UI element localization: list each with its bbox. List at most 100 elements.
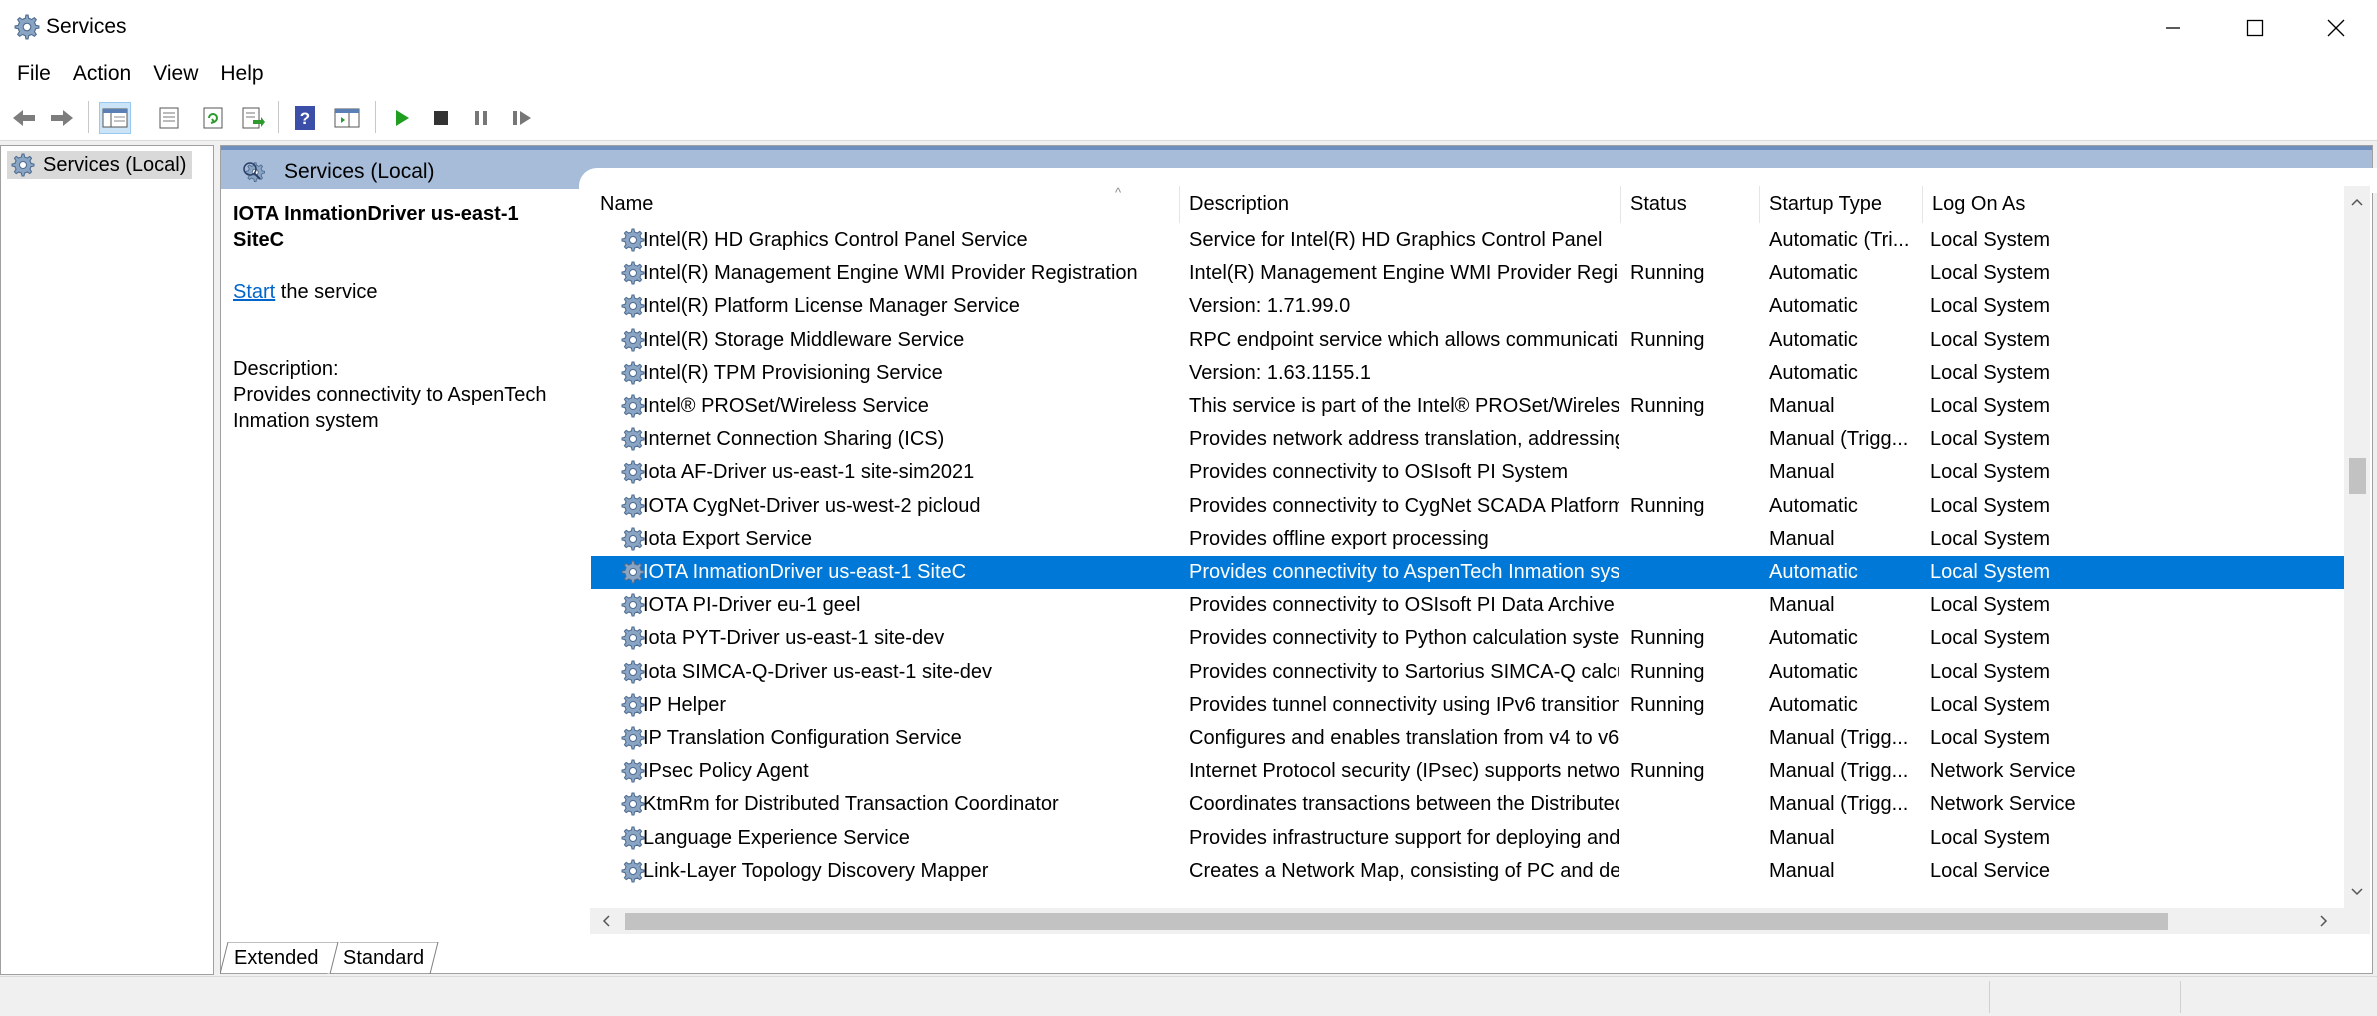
cell-status (1630, 224, 1758, 257)
cell-description: Provides connectivity to OSIsoft PI Syst… (1189, 461, 1569, 484)
sort-ascending-icon: ^ (1115, 186, 1122, 200)
column-header-name[interactable]: Name (591, 186, 1180, 223)
show-action-pane-button[interactable] (331, 102, 363, 134)
properties-button[interactable] (153, 102, 185, 134)
export-list-icon (242, 107, 265, 129)
menu-help[interactable]: Help (209, 62, 274, 86)
table-row[interactable]: Iota PYT-Driver us-east-1 site-dev Provid… (591, 622, 2353, 655)
table-row[interactable]: Link-Layer Topology Discovery Mapper Crea… (591, 855, 2353, 888)
status-bar (0, 976, 2377, 1016)
column-header-startup-type[interactable]: Startup Type (1760, 186, 1923, 223)
scroll-up-icon[interactable] (2351, 198, 2363, 206)
column-header-status[interactable]: Status (1621, 186, 1760, 223)
table-row[interactable]: Intel(R) TPM Provisioning Service Version… (591, 357, 2353, 390)
cell-logon: Local System (1930, 561, 2051, 583)
table-row[interactable]: Iota SIMCA-Q-Driver us-east-1 site-dev Pr… (591, 656, 2353, 689)
forward-button[interactable] (46, 102, 78, 134)
gear-icon (621, 726, 645, 750)
close-button[interactable] (2295, 0, 2377, 55)
table-row[interactable]: IP Translation Configuration Service Conf… (591, 722, 2353, 755)
table-row[interactable]: KtmRm for Distributed Transaction Coordi… (591, 788, 2353, 821)
cell-description: RPC endpoint service which allows commun… (1189, 328, 1619, 351)
cell-logon: Local System (1930, 428, 2051, 451)
action-pane-icon (334, 108, 360, 128)
menu-file[interactable]: File (6, 62, 62, 86)
stop-service-button[interactable] (425, 102, 457, 134)
cell-status (1630, 456, 1758, 489)
tree-item-services-local[interactable]: Services (Local) (7, 151, 193, 179)
vertical-scrollbar[interactable] (2344, 186, 2370, 908)
gear-icon (621, 427, 645, 451)
cell-logon: Local System (1930, 262, 2051, 285)
table-row[interactable]: Iota AF-Driver us-east-1 site-sim2021 Pro… (591, 456, 2353, 489)
table-row[interactable]: Language Experience Service Provides infr… (591, 822, 2353, 855)
pause-service-button[interactable] (465, 102, 497, 134)
cell-description: Service for Intel(R) HD Graphics Control… (1189, 229, 1603, 251)
tab-extended[interactable]: Extended (234, 942, 319, 974)
cell-name: Iota Export Service (643, 527, 812, 550)
horizontal-scrollbar[interactable] (590, 908, 2344, 934)
cell-startup: Manual (Trigg... (1769, 793, 1909, 816)
back-button[interactable] (8, 102, 40, 134)
cell-startup: Automatic (1769, 494, 1858, 517)
gear-icon (621, 494, 645, 518)
cell-name: Iota AF-Driver us-east-1 site-sim2021 (643, 461, 975, 484)
cell-logon: Local System (1930, 527, 2051, 550)
column-header-log-on-as[interactable]: Log On As (1923, 186, 2353, 223)
cell-startup: Automatic (1769, 361, 1858, 384)
cell-description: Version: 1.63.1155.1 (1189, 361, 1371, 384)
scroll-left-icon[interactable] (602, 915, 610, 927)
play-icon (396, 110, 409, 126)
cell-status (1630, 722, 1758, 755)
cell-logon: Local System (1930, 461, 2051, 484)
cell-description: This service is part of the Intel® PROSe… (1189, 395, 1619, 417)
minimize-icon (2166, 26, 2180, 29)
start-service-link[interactable]: Start (233, 281, 275, 303)
cell-name: Iota PYT-Driver us-east-1 site-dev (643, 627, 945, 650)
table-row[interactable]: IOTA CygNet-Driver us-west-2 picloud Prov… (591, 490, 2353, 523)
table-row[interactable]: Intel(R) Management Engine WMI Provider … (591, 257, 2353, 290)
table-row-selected[interactable]: IOTA InmationDriver us-east-1 SiteC Provi… (591, 556, 2353, 589)
maximize-button[interactable] (2214, 0, 2296, 55)
cell-description: Internet Protocol security (IPsec) suppo… (1189, 760, 1619, 783)
help-button[interactable]: ? (289, 102, 321, 134)
cell-status: Running (1630, 693, 1705, 716)
scroll-right-icon[interactable] (2320, 915, 2328, 927)
resume-service-button[interactable] (506, 102, 538, 134)
cell-description: Provides connectivity to CygNet SCADA Pl… (1189, 494, 1619, 517)
scroll-down-icon[interactable] (2351, 888, 2363, 896)
refresh-button[interactable] (197, 102, 229, 134)
cell-status (1630, 556, 1758, 589)
svg-text:?: ? (300, 109, 310, 128)
gear-icon (621, 228, 645, 252)
gear-icon (621, 294, 645, 318)
menu-action[interactable]: Action (62, 62, 142, 86)
table-row[interactable]: Intel® PROSet/Wireless Service This servi… (591, 390, 2353, 423)
menu-view[interactable]: View (142, 62, 209, 86)
cell-description: Provides connectivity to OSIsoft PI Data… (1189, 594, 1615, 617)
table-row[interactable]: IP Helper Provides tunnel connectivity us… (591, 689, 2353, 722)
show-hide-console-tree-button[interactable] (99, 102, 131, 134)
maximize-icon (2246, 19, 2264, 36)
toolbar-separator (88, 101, 89, 133)
properties-icon (159, 107, 179, 129)
vertical-scroll-thumb[interactable] (2349, 458, 2366, 494)
minimize-button[interactable] (2132, 0, 2214, 55)
cell-name: IOTA PI-Driver eu-1 geel (643, 594, 861, 617)
help-icon: ? (295, 106, 315, 130)
table-row[interactable]: Iota Export Service Provides offline expo… (591, 523, 2353, 556)
table-row[interactable]: Intel(R) Storage Middleware Service RPC e… (591, 324, 2353, 357)
table-row[interactable]: Internet Connection Sharing (ICS) Provide… (591, 423, 2353, 456)
start-service-button[interactable] (386, 102, 418, 134)
gear-icon (621, 859, 645, 883)
table-row[interactable]: IPsec Policy Agent Internet Protocol secu… (591, 755, 2353, 788)
table-row[interactable]: Intel(R) HD Graphics Control Panel Servi… (591, 224, 2353, 257)
table-row[interactable]: IOTA PI-Driver eu-1 geel Provides connect… (591, 589, 2353, 622)
cell-status (1630, 822, 1758, 855)
export-list-button[interactable] (237, 102, 269, 134)
cell-logon: Local System (1930, 229, 2051, 251)
horizontal-scroll-thumb[interactable] (625, 913, 2168, 930)
tab-standard[interactable]: Standard (343, 942, 424, 974)
column-header-description[interactable]: Description (1180, 186, 1621, 223)
table-row[interactable]: Intel(R) Platform License Manager Servic… (591, 290, 2353, 323)
